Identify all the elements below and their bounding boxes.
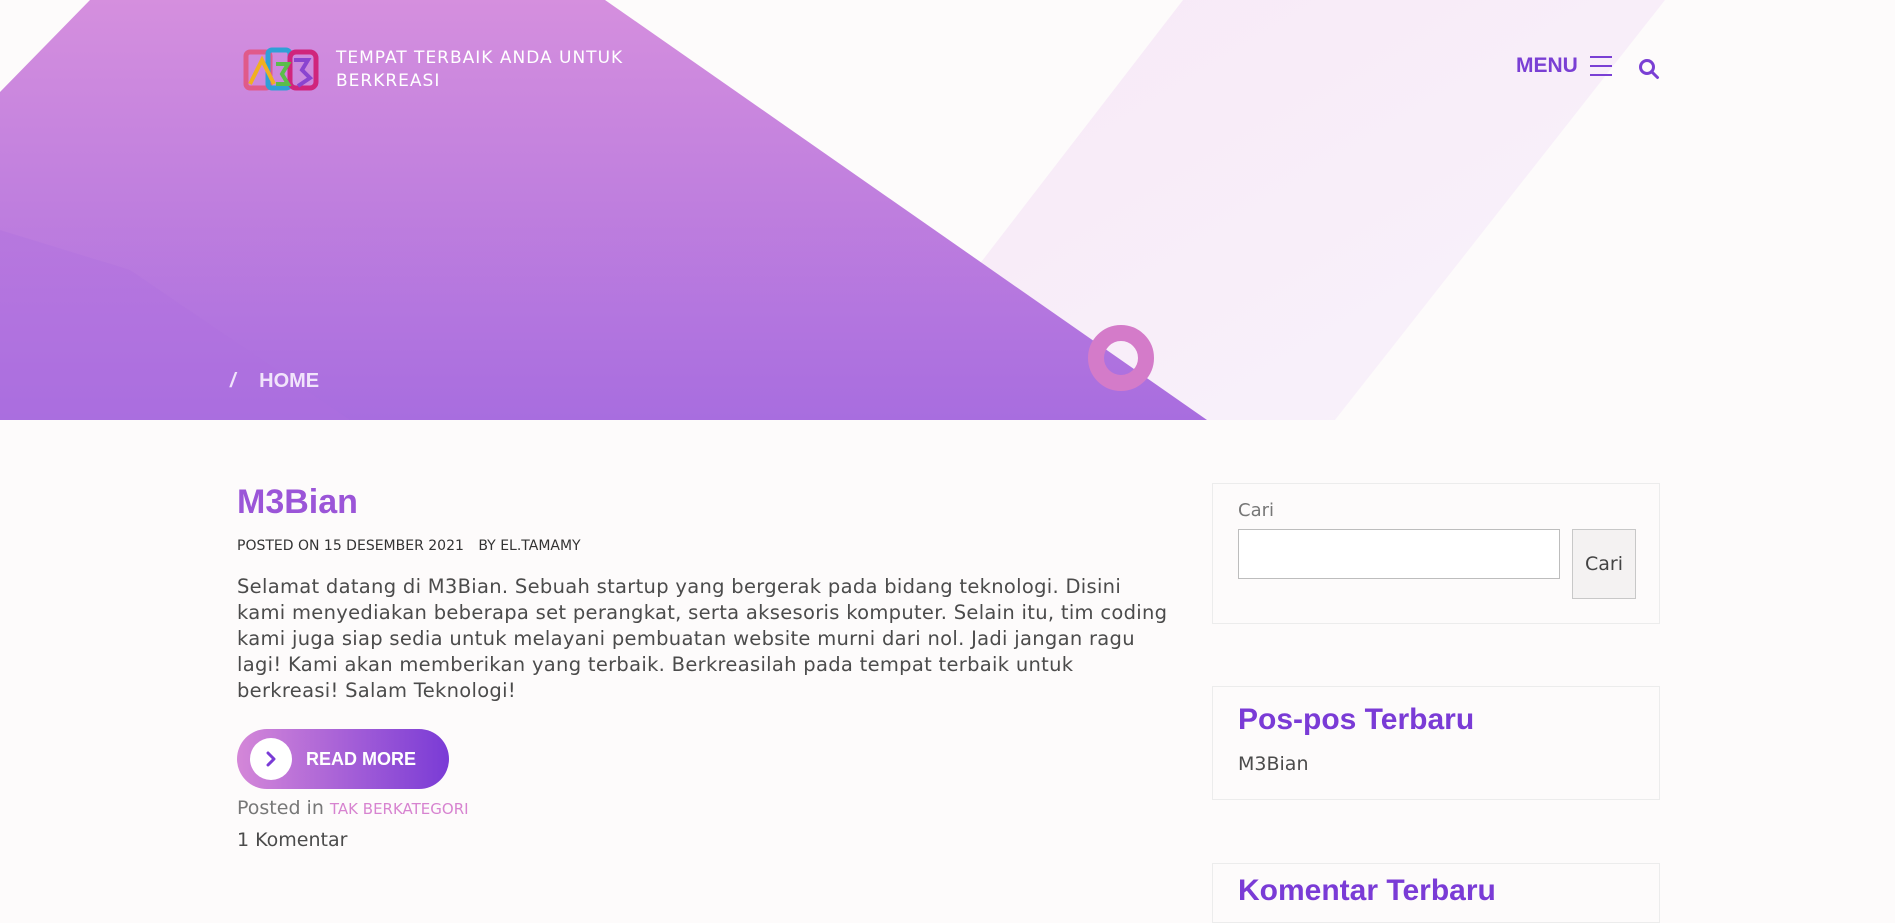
recent-posts-widget: Pos-pos Terbaru M3Bian	[1212, 686, 1660, 800]
breadcrumb: / HOME	[230, 370, 319, 393]
comments-link[interactable]: 1 Komentar	[237, 829, 1172, 851]
posted-in: Posted in TAK BERKATEGORI	[237, 797, 1172, 819]
breadcrumb-home[interactable]: HOME	[259, 370, 319, 392]
posted-on-label: POSTED ON	[237, 538, 320, 554]
post-title[interactable]: M3Bian	[237, 480, 1172, 524]
search-submit-button[interactable]: Cari	[1572, 529, 1636, 599]
post-meta: POSTED ON 15 DESEMBER 2021 BY EL.TAMAMY	[237, 538, 1172, 554]
menu-label: MENU	[1516, 54, 1578, 77]
hero-banner: TEMPAT TERBAIK ANDA UNTUK BERKREASI MENU…	[0, 0, 1895, 420]
m3bian-logo[interactable]	[242, 44, 322, 96]
site-tagline: TEMPAT TERBAIK ANDA UNTUK BERKREASI	[336, 48, 624, 91]
recent-comments-widget: Komentar Terbaru	[1212, 863, 1660, 923]
recent-posts-title: Pos-pos Terbaru	[1238, 703, 1475, 736]
post-article: M3Bian POSTED ON 15 DESEMBER 2021 BY EL.…	[237, 480, 1172, 851]
search-widget: Cari Cari	[1212, 483, 1660, 624]
decorative-ring	[1088, 325, 1154, 391]
read-more-label: READ MORE	[306, 748, 417, 769]
by-label: BY	[478, 538, 496, 554]
search-input[interactable]	[1238, 529, 1560, 579]
search-icon[interactable]	[1638, 58, 1660, 80]
recent-post-link[interactable]: M3Bian	[1238, 753, 1308, 775]
chevron-right-icon	[250, 738, 292, 780]
menu-button[interactable]: MENU	[1516, 54, 1612, 78]
search-label: Cari	[1238, 500, 1274, 521]
category-link[interactable]: TAK BERKATEGORI	[330, 800, 469, 818]
site-branding[interactable]: TEMPAT TERBAIK ANDA UNTUK BERKREASI	[242, 44, 646, 96]
post-date[interactable]: 15 DESEMBER 2021	[324, 538, 464, 554]
read-more-button[interactable]: READ MORE	[237, 729, 449, 789]
posted-in-label: Posted in	[237, 797, 324, 819]
post-excerpt: Selamat datang di M3Bian. Sebuah startup…	[237, 575, 1168, 702]
recent-comments-title: Komentar Terbaru	[1238, 874, 1496, 907]
breadcrumb-separator: /	[230, 370, 236, 392]
hamburger-icon	[1589, 56, 1612, 76]
post-author[interactable]: EL.TAMAMY	[500, 538, 580, 554]
